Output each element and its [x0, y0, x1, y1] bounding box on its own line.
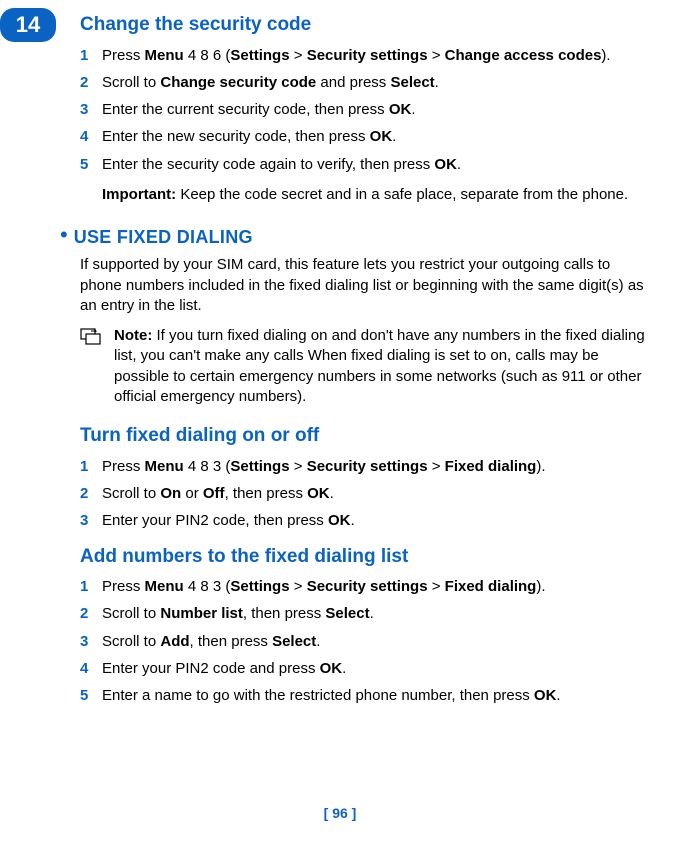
step-row: 1 Press Menu 4 8 6 (Settings > Security … — [80, 46, 650, 66]
note-block: Note: If you turn fixed dialing on and d… — [80, 326, 650, 407]
step-number: 4 — [80, 127, 102, 147]
section2-intro: If supported by your SIM card, this feat… — [80, 255, 650, 316]
note-body: If you turn fixed dialing on and don't h… — [114, 327, 645, 405]
step-row: 5 Enter a name to go with the restricted… — [80, 686, 650, 706]
step-number: 5 — [80, 686, 102, 706]
step-number: 2 — [80, 604, 102, 624]
step-text: Scroll to On or Off, then press OK. — [102, 484, 650, 504]
bullet-icon: • — [60, 224, 68, 246]
page-footer: [ 96 ] — [0, 804, 680, 823]
step-text: Press Menu 4 8 3 (Settings > Security se… — [102, 577, 650, 597]
page-tab-badge: 14 — [0, 8, 56, 42]
step-number: 1 — [80, 46, 102, 66]
step-number: 1 — [80, 457, 102, 477]
step-text: Scroll to Add, then press Select. — [102, 632, 650, 652]
step-row: 2 Scroll to On or Off, then press OK. — [80, 484, 650, 504]
section1-title: Change the security code — [80, 12, 650, 38]
step-number: 4 — [80, 659, 102, 679]
section4-title: Add numbers to the fixed dialing list — [80, 544, 650, 570]
step-number: 2 — [80, 484, 102, 504]
step-row: 4 Enter the new security code, then pres… — [80, 127, 650, 147]
step-row: 1 Press Menu 4 8 3 (Settings > Security … — [80, 577, 650, 597]
step-number: 5 — [80, 155, 102, 175]
section2-title: USE FIXED DIALING — [74, 225, 253, 249]
important-block: Important: Keep the code secret and in a… — [102, 185, 650, 205]
step-row: 5 Enter the security code again to verif… — [80, 155, 650, 175]
step-row: 3 Scroll to Add, then press Select. — [80, 632, 650, 652]
page-content: Change the security code 1 Press Menu 4 … — [0, 0, 680, 706]
note-text-wrap: Note: If you turn fixed dialing on and d… — [114, 326, 650, 407]
step-number: 1 — [80, 577, 102, 597]
step-number: 3 — [80, 632, 102, 652]
step-number: 3 — [80, 100, 102, 120]
step-text: Enter the new security code, then press … — [102, 127, 650, 147]
step-row: 2 Scroll to Number list, then press Sele… — [80, 604, 650, 624]
step-text: Enter your PIN2 code and press OK. — [102, 659, 650, 679]
step-number: 3 — [80, 511, 102, 531]
step-number: 2 — [80, 73, 102, 93]
step-text: Enter your PIN2 code, then press OK. — [102, 511, 650, 531]
page-tab-number: 14 — [16, 10, 40, 40]
important-label: Important: — [102, 186, 176, 203]
step-text: Enter the security code again to verify,… — [102, 155, 650, 175]
note-icon — [80, 326, 108, 407]
step-text: Press Menu 4 8 6 (Settings > Security se… — [102, 46, 650, 66]
note-label: Note: — [114, 327, 152, 344]
section2-heading: • USE FIXED DIALING — [60, 225, 650, 249]
section3-title: Turn fixed dialing on or off — [80, 423, 650, 449]
step-row: 3 Enter your PIN2 code, then press OK. — [80, 511, 650, 531]
step-text: Scroll to Change security code and press… — [102, 73, 650, 93]
step-row: 1 Press Menu 4 8 3 (Settings > Security … — [80, 457, 650, 477]
step-text: Press Menu 4 8 3 (Settings > Security se… — [102, 457, 650, 477]
step-row: 3 Enter the current security code, then … — [80, 100, 650, 120]
important-text: Keep the code secret and in a safe place… — [176, 186, 628, 203]
step-row: 2 Scroll to Change security code and pre… — [80, 73, 650, 93]
step-text: Enter the current security code, then pr… — [102, 100, 650, 120]
step-row: 4 Enter your PIN2 code and press OK. — [80, 659, 650, 679]
step-text: Scroll to Number list, then press Select… — [102, 604, 650, 624]
step-text: Enter a name to go with the restricted p… — [102, 686, 650, 706]
